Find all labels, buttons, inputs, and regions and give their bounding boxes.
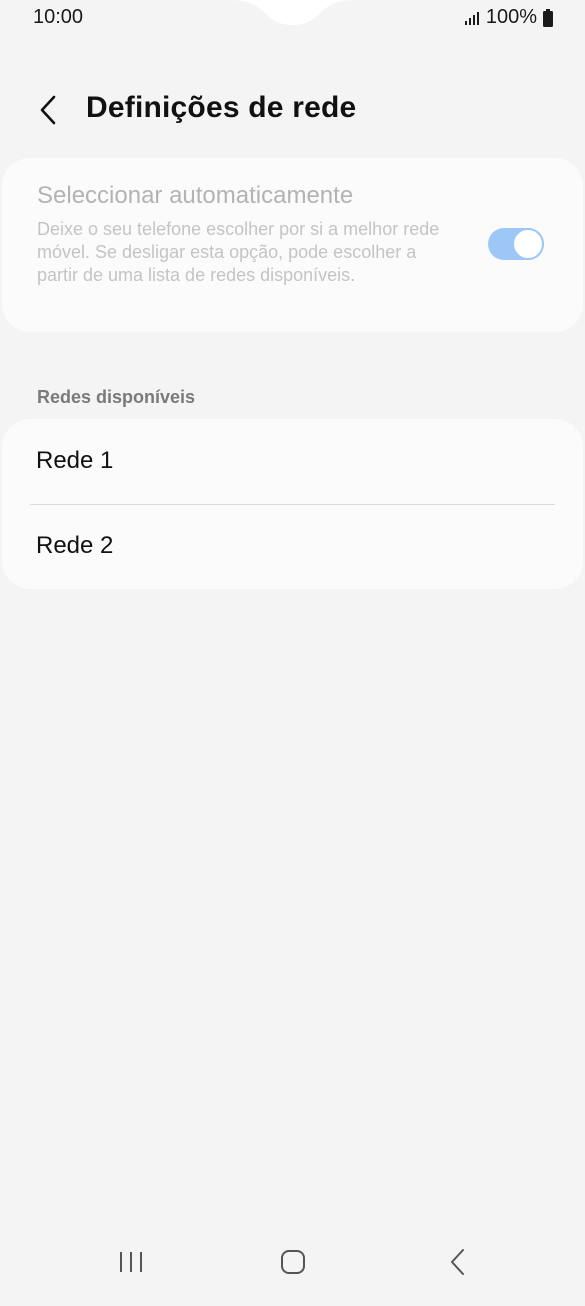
nav-back-button[interactable] [428, 1242, 488, 1282]
back-arrow-icon [40, 95, 56, 125]
back-icon [451, 1249, 464, 1275]
navigation-bar [0, 1242, 585, 1282]
auto-select-toggle[interactable] [488, 228, 544, 260]
status-time: 10:00 [33, 6, 84, 28]
page-title: Definições de rede [86, 91, 357, 124]
recent-apps-icon [120, 1252, 142, 1272]
back-button[interactable] [30, 92, 66, 128]
auto-select-card[interactable]: Seleccionar automaticamente Deixe o seu … [2, 158, 583, 332]
network-item-label: Rede 2 [36, 532, 114, 559]
recent-apps-button[interactable] [101, 1242, 161, 1282]
network-item-label: Rede 1 [36, 447, 114, 474]
network-item-1[interactable]: Rede 1 [2, 419, 583, 504]
camera-notch [230, 0, 355, 25]
battery-icon [543, 8, 553, 27]
status-indicators: 100% [464, 6, 553, 29]
network-item-2[interactable]: Rede 2 [2, 504, 583, 589]
toggle-knob [512, 228, 544, 260]
screen: 10:00 100% Definições de rede Selecciona… [0, 0, 585, 1306]
networks-list: Rede 1 Rede 2 [2, 419, 583, 589]
auto-select-description: Deixe o seu telefone escolher por si a m… [37, 219, 440, 285]
auto-select-title: Seleccionar automaticamente [37, 182, 354, 209]
app-header: Definições de rede [0, 82, 585, 138]
home-button[interactable] [263, 1242, 323, 1282]
section-label-available-networks: Redes disponíveis [37, 387, 196, 407]
home-icon [281, 1250, 305, 1274]
battery-percent: 100% [485, 6, 537, 28]
status-bar: 10:00 100% [0, 0, 585, 34]
signal-icon [464, 11, 479, 25]
